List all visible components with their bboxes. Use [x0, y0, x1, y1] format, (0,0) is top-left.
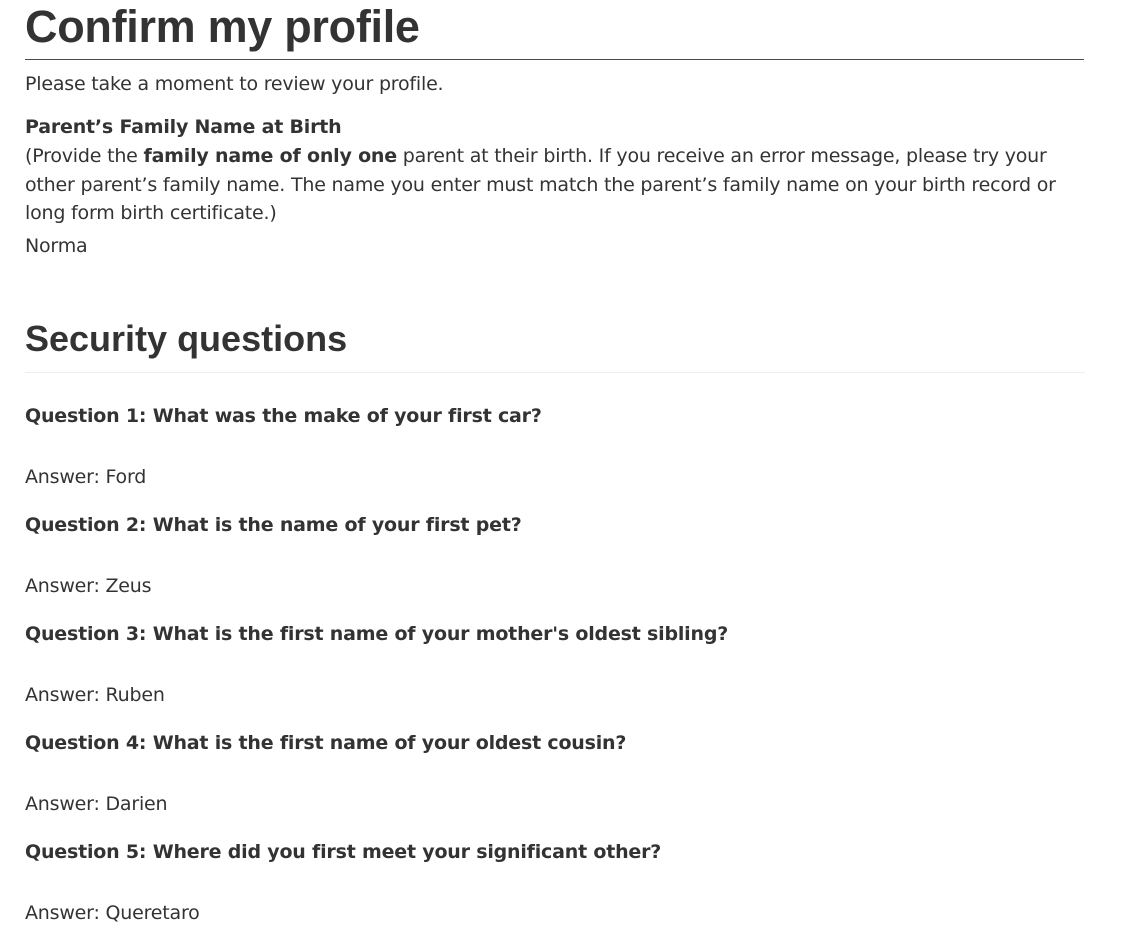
security-question-list: Question 1: What was the make of your fi… [25, 402, 1085, 947]
security-question-item: Question 4: What is the first name of yo… [25, 729, 1085, 838]
section-divider [25, 372, 1085, 373]
security-question: Question 5: Where did you first meet you… [25, 841, 662, 863]
security-question: Question 3: What is the first name of yo… [25, 623, 729, 645]
security-question-item: Question 1: What was the make of your fi… [25, 402, 1085, 511]
security-question: Question 4: What is the first name of yo… [25, 732, 627, 754]
help-text-prefix: (Provide the [25, 145, 144, 167]
intro-text: Please take a moment to review your prof… [25, 73, 444, 95]
security-answer: Answer: Ford [25, 466, 147, 488]
title-divider [25, 59, 1084, 60]
profile-page: Confirm my profile Please take a moment … [25, 0, 1085, 259]
security-question: Question 2: What is the name of your fir… [25, 514, 522, 536]
security-question-item: Question 3: What is the first name of yo… [25, 620, 1085, 729]
parent-family-name-help: (Provide the family name of only one par… [25, 142, 1075, 228]
section-title-security: Security questions [25, 318, 348, 359]
security-answer: Answer: Zeus [25, 575, 152, 597]
security-answer: Answer: Darien [25, 793, 168, 815]
security-answer: Answer: Ruben [25, 684, 165, 706]
page-title: Confirm my profile [25, 1, 420, 52]
security-answer: Answer: Queretaro [25, 902, 200, 924]
parent-family-name-label: Parent’s Family Name at Birth [25, 116, 342, 138]
security-question-item: Question 2: What is the name of your fir… [25, 511, 1085, 620]
security-question: Question 1: What was the make of your fi… [25, 405, 542, 427]
help-text-bold: family name of only one [143, 145, 398, 167]
parent-family-name-value: Norma [25, 234, 88, 257]
